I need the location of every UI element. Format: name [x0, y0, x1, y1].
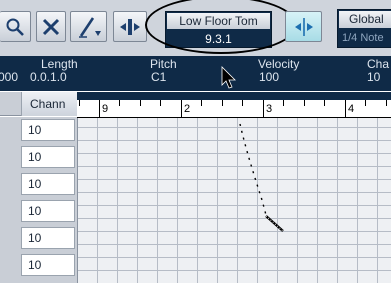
ruler-locator-bar[interactable]: [77, 92, 391, 100]
ruler-bar-label: 9: [102, 103, 109, 115]
autoscroll-icon: [120, 18, 140, 35]
channel-cell[interactable]: 10: [21, 200, 75, 222]
note-list: 10 10 10 10 10 10: [0, 117, 77, 283]
length-label: Length: [41, 57, 78, 71]
list-item[interactable]: 10: [0, 171, 77, 198]
quantize-panel: Global 1/4 Note: [337, 9, 391, 48]
channel-cell[interactable]: 10: [21, 254, 75, 276]
list-item[interactable]: 10: [0, 252, 77, 279]
toolbar: Low Floor Tom 9.3.1 Global 1/4 Note: [0, 0, 391, 56]
list-item[interactable]: 10: [0, 225, 77, 252]
ruler-bar-tick: [263, 100, 264, 117]
channel-label: Cha: [367, 57, 390, 71]
channel-cell[interactable]: 10: [21, 146, 75, 168]
callout-ellipse: [145, 0, 297, 54]
drum-event-grid[interactable]: [77, 118, 391, 283]
ruler-beat-tick: [324, 100, 325, 106]
ruler-bar-label: 2: [184, 103, 191, 115]
ruler[interactable]: 9 2 3 4: [77, 92, 391, 118]
ruler-beat-tick: [242, 100, 243, 106]
ruler-beat-tick: [140, 100, 141, 106]
erase-tool-button[interactable]: [36, 11, 66, 42]
velocity-label: Velocity: [258, 57, 300, 71]
drumstick-tool-button[interactable]: [70, 11, 107, 42]
channel-cell[interactable]: 10: [21, 119, 75, 141]
list-item[interactable]: 10: [0, 117, 77, 144]
autoscroll-button[interactable]: [113, 11, 147, 42]
magnifier-icon: [6, 18, 24, 36]
global-quantize-label[interactable]: Global: [339, 11, 391, 28]
zoom-tool-button[interactable]: [0, 11, 31, 42]
erase-x-icon: [42, 18, 60, 35]
channel-cell[interactable]: 10: [21, 173, 75, 195]
ruler-beat-tick: [283, 100, 284, 106]
ruler-bar-label: 3: [266, 103, 273, 115]
channel-cell[interactable]: 10: [21, 227, 75, 249]
channel-value[interactable]: 10: [367, 70, 380, 84]
ruler-bar-tick: [181, 100, 182, 117]
ruler-beat-tick: [119, 100, 120, 106]
ruler-bar-tick: [345, 100, 346, 117]
length-value[interactable]: 0.0.1.0: [30, 70, 67, 84]
ruler-beat-tick: [201, 100, 202, 106]
ruler-beat-tick: [79, 100, 80, 106]
list-item[interactable]: 10: [0, 144, 77, 171]
ruler-beat-tick: [304, 100, 305, 106]
quantize-value[interactable]: 1/4 Note: [342, 31, 391, 46]
ruler-beat-tick: [365, 100, 366, 106]
list-item[interactable]: 10: [0, 198, 77, 225]
pitch-label: Pitch: [150, 57, 177, 71]
velocity-value[interactable]: 100: [259, 70, 279, 84]
note-list-header: Chann: [0, 92, 77, 116]
channel-column-header[interactable]: Chann: [21, 92, 77, 116]
split-icon: [294, 17, 313, 36]
split-button[interactable]: [285, 11, 322, 42]
drumstick-icon: [78, 16, 101, 38]
ruler-beat-tick: [160, 100, 161, 106]
start-value-fragment[interactable]: 000: [0, 70, 18, 84]
ruler-beat-tick: [386, 100, 387, 106]
ruler-bar-label: 4: [348, 103, 355, 115]
info-line: 000 Length 0.0.1.0 Pitch C1 Velocity 100…: [0, 56, 391, 91]
ruler-beat-tick: [222, 100, 223, 106]
pitch-value[interactable]: C1: [151, 70, 166, 84]
ruler-bar-tick: [99, 100, 100, 117]
